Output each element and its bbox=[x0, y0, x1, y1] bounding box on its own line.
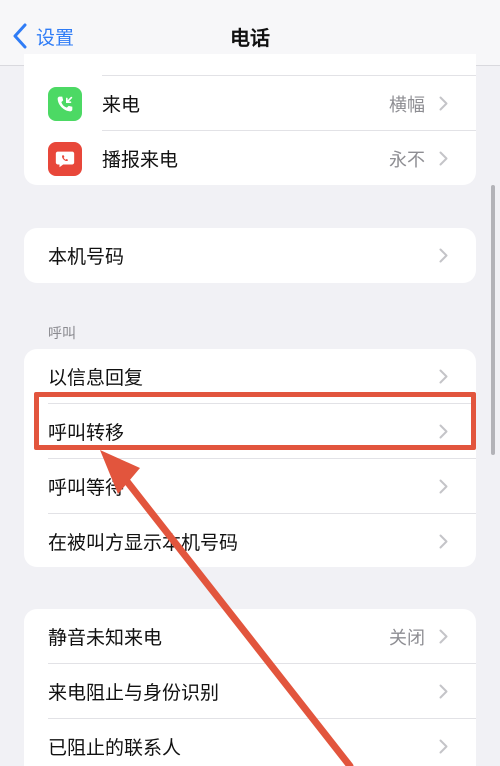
list-item-my-number[interactable]: 本机号码 bbox=[24, 228, 476, 283]
chevron-right-icon bbox=[439, 369, 448, 384]
list-item-label: 本机号码 bbox=[48, 246, 125, 268]
phone-incoming-icon bbox=[48, 86, 82, 121]
chevron-right-icon bbox=[439, 534, 448, 549]
list-item-silence-unknown-callers[interactable]: 静音未知来电 关闭 bbox=[24, 609, 476, 664]
list-item-label: 在被叫方显示本机号码 bbox=[48, 532, 239, 554]
chevron-right-icon bbox=[439, 96, 448, 111]
list-item-label: 播报来电 bbox=[102, 149, 179, 171]
list-item-incoming-calls[interactable]: 来电 横幅 bbox=[24, 76, 476, 131]
chevron-right-icon bbox=[439, 248, 448, 263]
blocking-group: 静音未知来电 关闭 来电阻止与身份识别 已阻止的联系人 bbox=[24, 609, 476, 766]
chevron-right-icon bbox=[439, 629, 448, 644]
speaker-bubble-icon bbox=[48, 141, 82, 176]
list-item-call-blocking-identification[interactable]: 来电阻止与身份识别 bbox=[24, 664, 476, 719]
list-item-blocked-contacts[interactable]: 已阻止的联系人 bbox=[24, 719, 476, 766]
my-number-group: 本机号码 bbox=[24, 228, 476, 283]
list-item-value: 横幅 bbox=[389, 94, 425, 116]
list-item-value: 永不 bbox=[389, 149, 425, 171]
list-item-label: 来电阻止与身份识别 bbox=[48, 682, 220, 704]
section-header-calls: 呼叫 bbox=[48, 326, 76, 342]
scrollbar[interactable] bbox=[491, 185, 495, 455]
chevron-right-icon bbox=[439, 479, 448, 494]
list-item-call-waiting[interactable]: 呼叫等待 bbox=[24, 459, 476, 514]
chevron-right-icon bbox=[439, 739, 448, 754]
list-item-announce-calls[interactable]: 播报来电 永不 bbox=[24, 131, 476, 185]
list-item-value: 关闭 bbox=[389, 627, 425, 649]
list-item-label: 来电 bbox=[102, 94, 141, 116]
page-title: 电话 bbox=[230, 26, 270, 50]
chevron-right-icon bbox=[439, 684, 448, 699]
list-item-show-caller-id[interactable]: 在被叫方显示本机号码 bbox=[24, 514, 476, 567]
list-item-label: 以信息回复 bbox=[48, 367, 144, 389]
notifications-group: 来电 横幅 播报来电 永不 bbox=[24, 54, 476, 185]
list-item-label: 静音未知来电 bbox=[48, 627, 163, 649]
list-item-label: 已阻止的联系人 bbox=[48, 737, 182, 759]
annotation-highlight-box bbox=[34, 392, 476, 450]
calls-group: 以信息回复 呼叫转移 呼叫等待 在被叫方显示本机号码 bbox=[24, 349, 476, 567]
list-item-label: 呼叫等待 bbox=[48, 477, 125, 499]
chevron-right-icon bbox=[439, 151, 448, 166]
